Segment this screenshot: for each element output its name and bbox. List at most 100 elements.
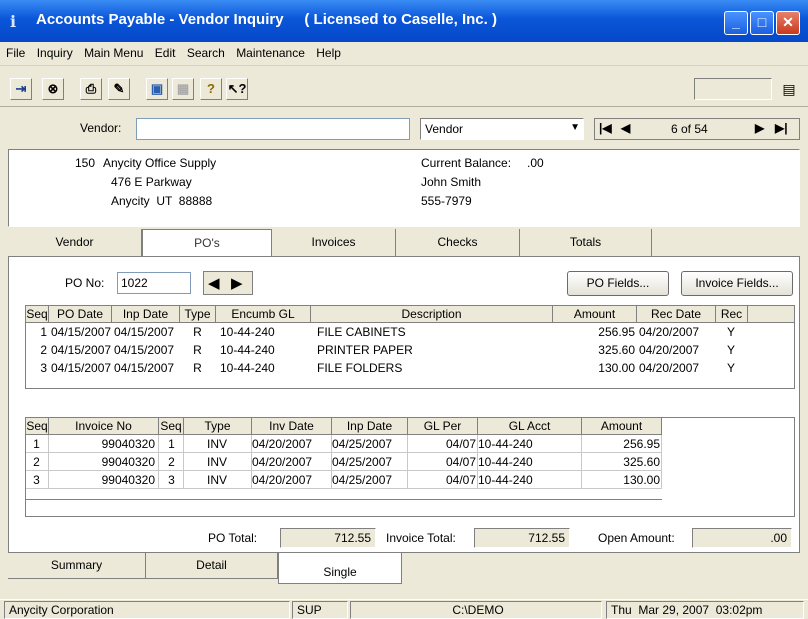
invoice-row-3-cell[interactable]: INV	[184, 471, 250, 489]
first-record-icon[interactable]: |◀	[599, 121, 612, 135]
chevron-down-icon[interactable]: ▼	[570, 122, 580, 133]
col-amount[interactable]: Amount	[553, 306, 637, 322]
invoice-row-3-cell[interactable]: 04/20/2007	[252, 471, 332, 489]
po-row-3-cell[interactable]: Y	[716, 359, 746, 377]
find-icon[interactable]: ⊗	[42, 78, 64, 100]
tab-checks[interactable]: Checks	[396, 229, 520, 256]
col-gl-acct[interactable]: GL Acct	[478, 418, 582, 434]
tab-totals[interactable]: Totals	[520, 229, 652, 256]
invoice-row-2-cell[interactable]: 325.60	[582, 453, 660, 471]
tab-single[interactable]: Single	[278, 553, 402, 584]
maximize-icon[interactable]: □	[750, 11, 774, 35]
invoice-row-1-cell[interactable]: 04/07	[408, 435, 476, 453]
invoice-row-2-cell[interactable]: 99040320	[49, 453, 155, 471]
tab-detail[interactable]: Detail	[146, 553, 278, 579]
invoice-row-1-cell[interactable]: 99040320	[49, 435, 155, 453]
po-row-1-cell[interactable]: R	[180, 323, 215, 341]
menu-search[interactable]: Search	[183, 42, 229, 60]
col-line-seq[interactable]: Seq	[159, 418, 184, 434]
col-type[interactable]: Type	[180, 306, 216, 322]
tab-vendor[interactable]: Vendor	[8, 229, 142, 256]
po-row-2-cell[interactable]: Y	[716, 341, 746, 359]
preview-icon[interactable]: ▣	[146, 78, 168, 100]
col-inp-date[interactable]: Inp Date	[112, 306, 180, 322]
invoice-row-2-cell[interactable]: 2	[26, 453, 47, 471]
menu-main-menu[interactable]: Main Menu	[80, 42, 147, 60]
po-row-2-cell[interactable]: 04/15/2007	[114, 341, 179, 359]
po-row-3-cell[interactable]: 04/15/2007	[114, 359, 179, 377]
last-record-icon[interactable]: ▶|	[775, 121, 788, 135]
invoice-row-3-cell[interactable]: 3	[26, 471, 47, 489]
po-row-2-cell[interactable]: 2	[26, 341, 47, 359]
invoice-row-2-cell[interactable]: INV	[184, 453, 250, 471]
notes-icon[interactable]: ▤	[779, 78, 799, 100]
next-po-icon[interactable]: ▶	[231, 274, 243, 292]
col-encumb-gl[interactable]: Encumb GL	[216, 306, 311, 322]
po-row-1-cell[interactable]: 04/15/2007	[51, 323, 111, 341]
invoice-row-3-cell[interactable]: 04/25/2007	[332, 471, 408, 489]
po-row-3-cell[interactable]: 04/20/2007	[639, 359, 715, 377]
po-row-1-cell[interactable]: FILE CABINETS	[317, 323, 552, 341]
po-row-3-cell[interactable]: 04/15/2007	[51, 359, 111, 377]
menu-edit[interactable]: Edit	[151, 42, 180, 60]
col-rec-date[interactable]: Rec Date	[637, 306, 716, 322]
po-row-3-cell[interactable]: 3	[26, 359, 47, 377]
po-row-1-cell[interactable]: 256.95	[553, 323, 635, 341]
po-row-2-cell[interactable]: 10-44-240	[220, 341, 310, 359]
po-row-3-cell[interactable]: R	[180, 359, 215, 377]
col-invoice-no[interactable]: Invoice No	[49, 418, 159, 434]
help-icon[interactable]: ?	[200, 78, 222, 100]
invoice-row-2-cell[interactable]: 04/20/2007	[252, 453, 332, 471]
menu-maintenance[interactable]: Maintenance	[232, 42, 309, 60]
col-rec[interactable]: Rec	[716, 306, 748, 322]
po-row-3-cell[interactable]: 10-44-240	[220, 359, 310, 377]
invoice-row-1-cell[interactable]: 04/20/2007	[252, 435, 332, 453]
invoice-row-3-cell[interactable]: 04/07	[408, 471, 476, 489]
col-inv-type[interactable]: Type	[184, 418, 252, 434]
po-row-2-cell[interactable]: 325.60	[553, 341, 635, 359]
invoice-row-1-cell[interactable]: 04/25/2007	[332, 435, 408, 453]
po-row-2-cell[interactable]: PRINTER PAPER	[317, 341, 552, 359]
tab-invoices[interactable]: Invoices	[272, 229, 396, 256]
print-icon[interactable]: ⎙	[80, 78, 102, 100]
po-row-2-cell[interactable]: 04/20/2007	[639, 341, 715, 359]
invoice-row-1-cell[interactable]: INV	[184, 435, 250, 453]
col-description[interactable]: Description	[311, 306, 553, 322]
invoice-row-2-cell[interactable]: 04/07	[408, 453, 476, 471]
invoice-row-2-cell[interactable]: 2	[159, 453, 184, 471]
invoice-row-3-cell[interactable]: 130.00	[582, 471, 660, 489]
col-gl-per[interactable]: GL Per	[408, 418, 478, 434]
col-inv-amount[interactable]: Amount	[582, 418, 662, 434]
tab-summary[interactable]: Summary	[8, 553, 146, 579]
invoice-row-2-cell[interactable]: 04/25/2007	[332, 453, 408, 471]
po-row-1-cell[interactable]: 10-44-240	[220, 323, 310, 341]
invoice-row-2-cell[interactable]: 10-44-240	[478, 453, 582, 471]
close-icon[interactable]: ✕	[776, 11, 800, 35]
menu-help[interactable]: Help	[312, 42, 345, 60]
edit-icon[interactable]: ✎	[108, 78, 130, 100]
po-row-2-cell[interactable]: 04/15/2007	[51, 341, 111, 359]
po-number-input[interactable]	[117, 272, 191, 294]
tab-pos[interactable]: PO's	[142, 229, 272, 257]
po-row-3-cell[interactable]: FILE FOLDERS	[317, 359, 552, 377]
invoice-row-1-cell[interactable]: 1	[159, 435, 184, 453]
po-row-3-cell[interactable]: 130.00	[553, 359, 635, 377]
invoice-row-3-cell[interactable]: 99040320	[49, 471, 155, 489]
po-row-1-cell[interactable]: 1	[26, 323, 47, 341]
prev-po-icon[interactable]: ◀	[208, 274, 220, 292]
invoice-row-1-cell[interactable]: 10-44-240	[478, 435, 582, 453]
po-row-1-cell[interactable]: Y	[716, 323, 746, 341]
prev-record-icon[interactable]: ◀	[621, 121, 630, 135]
po-row-1-cell[interactable]: 04/15/2007	[114, 323, 179, 341]
next-record-icon[interactable]: ▶	[755, 121, 764, 135]
invoice-row-1-cell[interactable]: 256.95	[582, 435, 660, 453]
po-row-1-cell[interactable]: 04/20/2007	[639, 323, 715, 341]
col-inv-seq[interactable]: Seq	[26, 418, 49, 434]
invoice-fields-button[interactable]: Invoice Fields...	[681, 271, 793, 296]
po-row-2-cell[interactable]: R	[180, 341, 215, 359]
sort-by-select[interactable]: Vendor ▼	[420, 118, 584, 140]
col-seq[interactable]: Seq	[26, 306, 49, 322]
vendor-search-input[interactable]	[136, 118, 410, 140]
col-inv-date[interactable]: Inv Date	[252, 418, 332, 434]
col-po-date[interactable]: PO Date	[49, 306, 112, 322]
